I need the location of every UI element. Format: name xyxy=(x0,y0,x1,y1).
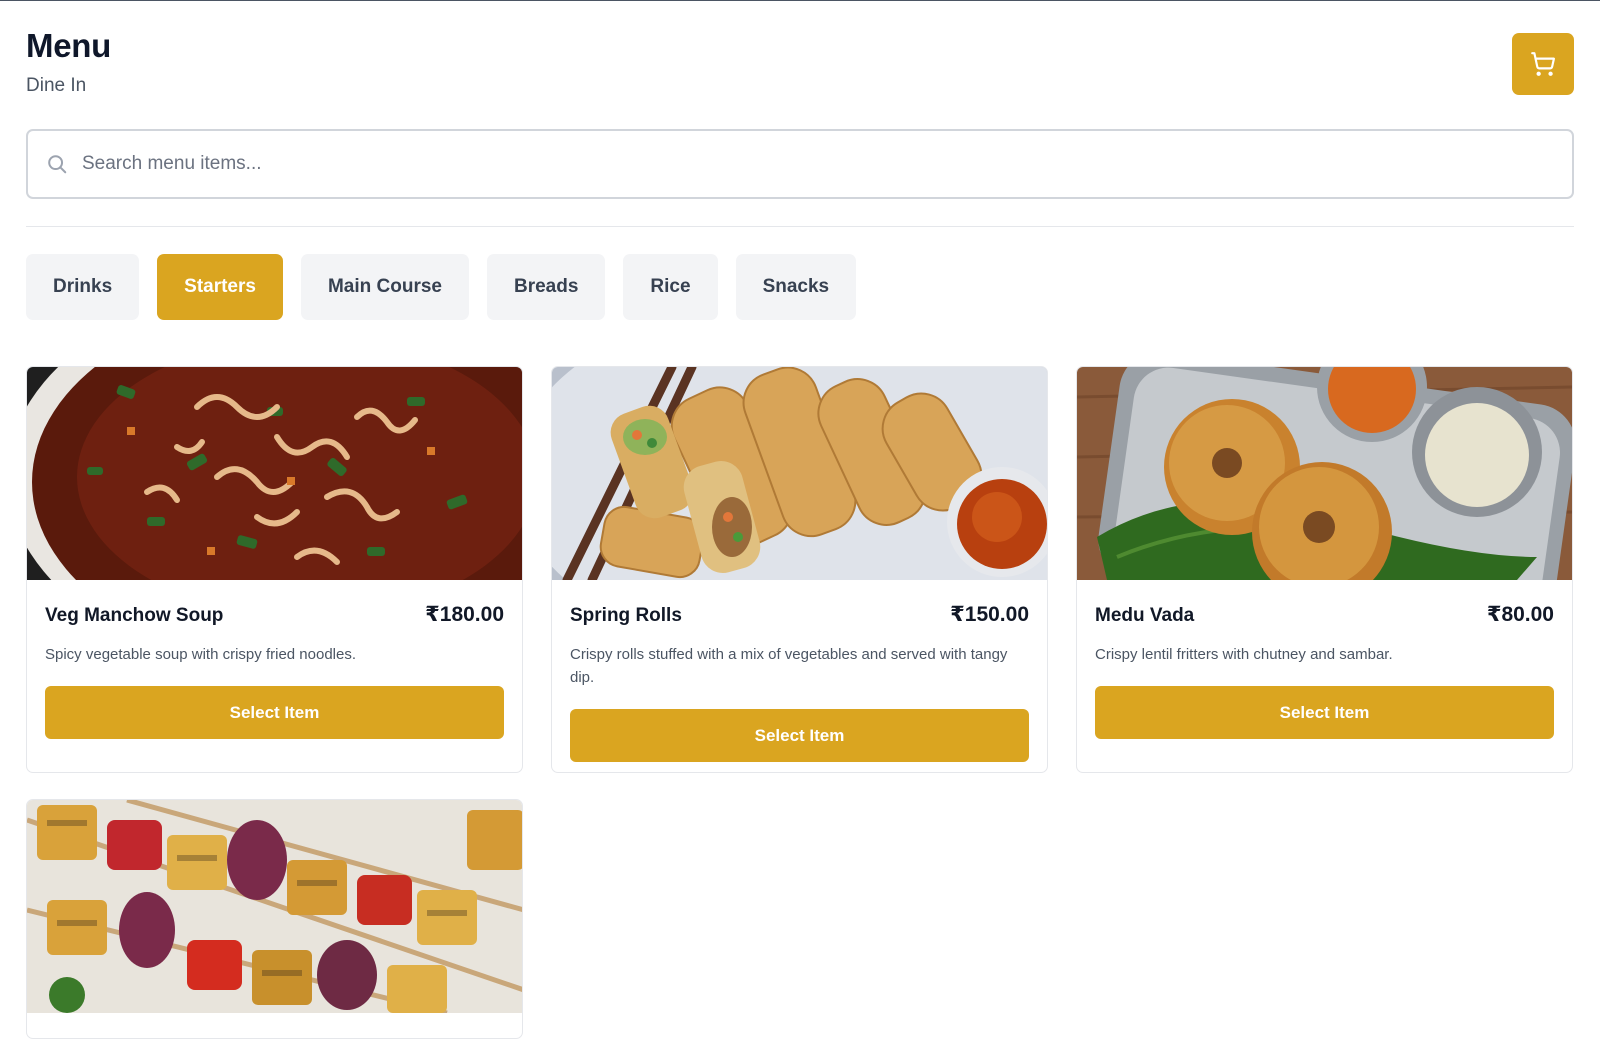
menu-item-card: Veg Manchow Soup ₹180.00 Spicy vegetable… xyxy=(26,366,523,773)
page-title: Menu xyxy=(26,27,111,64)
search-input[interactable] xyxy=(82,144,1532,184)
order-type-label: Dine In xyxy=(26,75,87,96)
cart-button[interactable] xyxy=(1512,33,1574,95)
tab-snacks[interactable]: Snacks xyxy=(735,254,857,320)
item-description: Spicy vegetable soup with crispy fried n… xyxy=(45,646,357,663)
item-name: Medu Vada xyxy=(1095,605,1195,626)
tab-breads[interactable]: Breads xyxy=(487,254,606,320)
divider xyxy=(26,226,1574,227)
tab-main-course[interactable]: Main Course xyxy=(300,254,469,320)
category-tabs: Drinks Starters Main Course Breads Rice … xyxy=(26,254,857,320)
menu-item-card: Spring Rolls ₹150.00 Crispy rolls stuffe… xyxy=(551,366,1048,773)
item-description: Crispy lentil fritters with chutney and … xyxy=(1095,646,1393,663)
item-image xyxy=(27,800,522,1013)
select-item-button[interactable]: Select Item xyxy=(45,686,504,739)
tab-drinks[interactable]: Drinks xyxy=(26,254,140,320)
item-image xyxy=(552,367,1047,580)
item-description: Crispy rolls stuffed with a mix of veget… xyxy=(570,646,1008,686)
select-item-button[interactable]: Select Item xyxy=(570,709,1029,762)
top-border xyxy=(0,0,1600,1)
menu-item-card: Medu Vada ₹80.00 Crispy lentil fritters … xyxy=(1076,366,1573,773)
item-image xyxy=(27,367,522,580)
item-price: ₹150.00 xyxy=(950,603,1029,626)
item-name: Spring Rolls xyxy=(570,605,682,626)
cart-icon xyxy=(1531,52,1556,76)
tab-rice[interactable]: Rice xyxy=(623,254,718,320)
page-header: Menu Dine In xyxy=(26,28,111,98)
search-bar xyxy=(26,129,1574,199)
item-price: ₹80.00 xyxy=(1486,603,1554,626)
select-item-button[interactable]: Select Item xyxy=(1095,686,1554,739)
item-price: ₹180.00 xyxy=(425,603,504,626)
menu-item-card xyxy=(26,799,523,1039)
item-name: Veg Manchow Soup xyxy=(45,605,224,626)
tab-starters[interactable]: Starters xyxy=(157,254,283,320)
search-icon xyxy=(44,151,70,177)
item-image xyxy=(1077,367,1572,580)
